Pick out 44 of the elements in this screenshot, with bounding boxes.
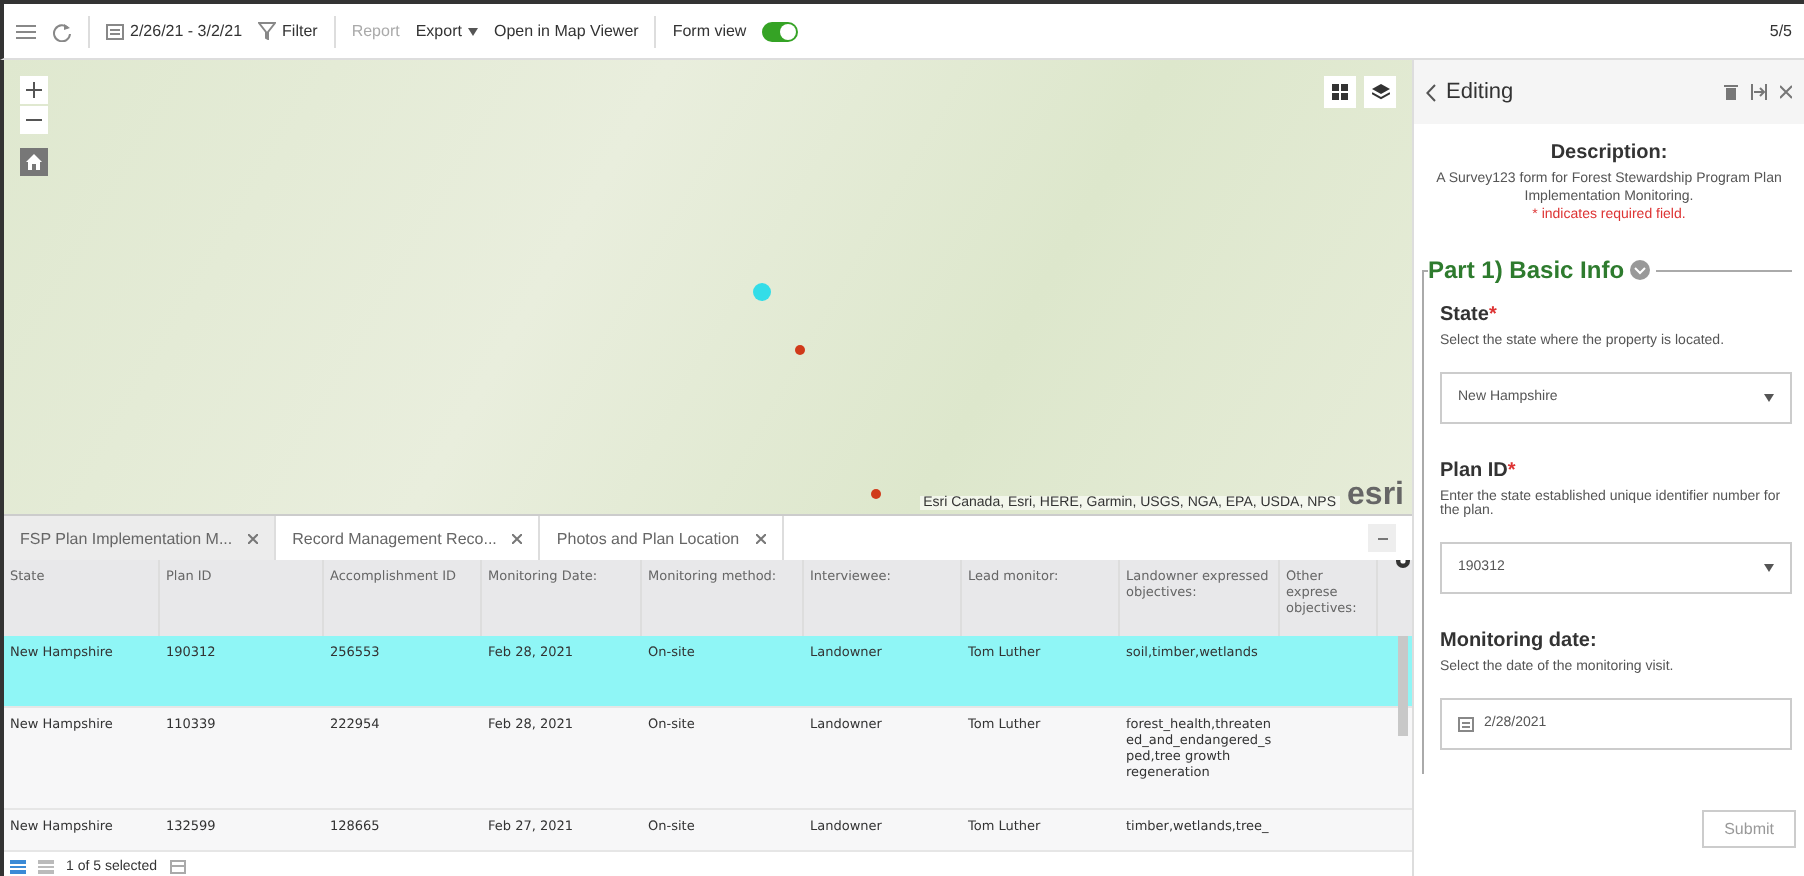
zoom-out-button[interactable] (20, 106, 48, 134)
minimize-button[interactable] (1368, 524, 1396, 553)
calendar-icon (1458, 715, 1474, 732)
close-icon[interactable] (755, 533, 766, 544)
table-tab[interactable]: FSP Plan Implementation M... (4, 516, 277, 561)
grid-icon (1332, 84, 1348, 100)
field-label: State* (1440, 303, 1499, 326)
plus-icon (26, 82, 42, 98)
group-title: Part 1) Basic Info (1428, 255, 1625, 284)
menu-icon[interactable] (16, 21, 36, 41)
layers-button[interactable] (1364, 76, 1396, 108)
collapse-icon[interactable] (1750, 84, 1768, 100)
map-logo: esri (1347, 478, 1404, 515)
close-icon[interactable] (248, 533, 259, 544)
record-count: 5/5 (1769, 22, 1792, 40)
caret-icon (1764, 393, 1774, 402)
collapse-circle-icon[interactable] (1630, 259, 1651, 280)
refresh-icon[interactable] (52, 21, 72, 41)
table-view-icon[interactable] (10, 859, 26, 873)
back-button[interactable]: Editing (1426, 80, 1514, 104)
basemap-gallery-button[interactable] (1324, 76, 1356, 108)
options-icon[interactable] (169, 859, 186, 873)
calendar-icon (106, 22, 124, 40)
map-marker[interactable] (870, 488, 881, 499)
layers-icon (1371, 84, 1389, 100)
field-label: Plan ID* (1440, 459, 1518, 482)
chevron-left-icon (1426, 83, 1436, 101)
field-label: Monitoring date: (1440, 629, 1599, 652)
form-view-label: Form view (672, 22, 747, 40)
toolbar-action[interactable]: Export (415, 22, 478, 40)
home-button[interactable] (20, 148, 48, 176)
close-icon[interactable] (512, 533, 523, 544)
trash-icon[interactable] (1724, 84, 1738, 100)
home-icon (26, 154, 42, 170)
minus-icon (1377, 537, 1387, 540)
filter-button[interactable]: Filter (258, 22, 318, 40)
map-marker[interactable] (794, 344, 805, 355)
zoom-in-button[interactable] (20, 76, 48, 104)
form-view-toggle[interactable] (762, 21, 799, 41)
date-range-button[interactable]: 2/26/21 - 3/2/21 (106, 22, 243, 40)
caret-icon (1764, 563, 1774, 572)
close-icon[interactable] (1780, 84, 1792, 100)
filter-icon (258, 22, 277, 40)
toolbar-action[interactable]: Open in Map Viewer (493, 22, 639, 40)
